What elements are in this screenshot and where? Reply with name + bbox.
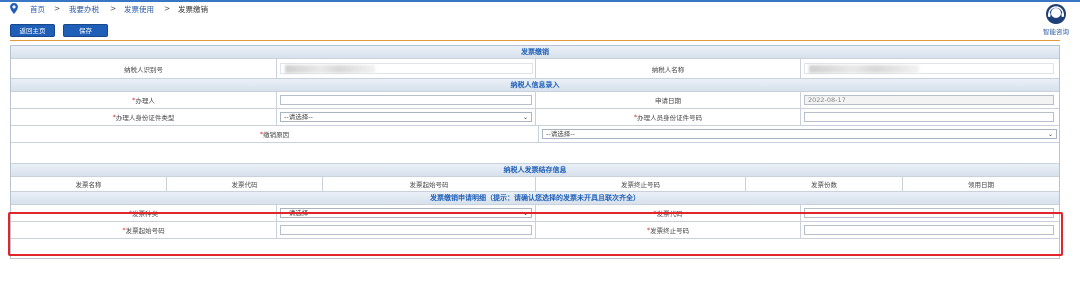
id-no-input[interactable] <box>804 112 1054 122</box>
apply-date-cell: 2022-08-17 <box>801 92 1059 108</box>
reason-row: * 缴销原因 --请选择-- ⌄ <box>11 126 1059 143</box>
taxpayer-row: 纳税人识别号 纳税人名称 <box>11 59 1059 79</box>
id-no-label: 办理人员身份证件号码 <box>637 114 703 122</box>
id-type-row: * 办理人身份证件类型 --请选择-- ⌄ * 办理人员身份证件号码 <box>11 109 1059 126</box>
stock-col-end: 发票终止号码 <box>536 177 746 191</box>
redacted-value <box>809 65 919 73</box>
handler-label-cell: * 办理人 <box>11 92 277 108</box>
breadcrumb-home[interactable]: 首页 <box>30 4 45 15</box>
toolbar-divider <box>10 40 1060 41</box>
id-type-selected: --请选择-- <box>284 113 313 121</box>
breadcrumb-separator: > <box>164 4 171 13</box>
stock-col-start: 发票起始号码 <box>323 177 536 191</box>
back-home-button[interactable]: 返回主页 <box>10 24 55 37</box>
id-type-label-cell: * 办理人身份证件类型 <box>11 109 277 125</box>
smart-assistant[interactable]: 智能咨询 <box>1038 3 1074 37</box>
chevron-down-icon: ⌄ <box>1047 131 1053 138</box>
breadcrumb-invoice-use[interactable]: 发票使用 <box>124 4 154 15</box>
reason-selected: --请选择-- <box>546 130 575 138</box>
id-type-label: 办理人身份证件类型 <box>115 114 175 122</box>
stock-col-count: 发票份数 <box>746 177 903 191</box>
assistant-label: 智能咨询 <box>1043 28 1069 36</box>
taxpayer-id-cell <box>277 59 536 78</box>
reason-label: 缴销原因 <box>263 131 290 139</box>
save-button[interactable]: 保存 <box>63 24 108 37</box>
breadcrumb-tax[interactable]: 我要办税 <box>69 4 99 15</box>
stock-header-row: 发票名称 发票代码 发票起始号码 发票终止号码 发票份数 领用日期 <box>11 177 1059 192</box>
taxpayer-id-label: 纳税人识别号 <box>11 59 277 78</box>
apply-date-field: 2022-08-17 <box>804 95 1054 105</box>
handler-input-cell <box>277 92 536 108</box>
breadcrumb-current: 发票缴销 <box>178 5 208 14</box>
taxpayer-name-cell <box>801 59 1059 78</box>
stock-col-code: 发票代码 <box>167 177 323 191</box>
apply-date-label: 申请日期 <box>536 92 801 108</box>
taxpayer-name-label: 纳税人名称 <box>536 59 801 78</box>
location-pin-icon <box>10 3 18 14</box>
redacted-value <box>285 65 375 73</box>
chevron-down-icon: ⌄ <box>522 114 528 121</box>
breadcrumb-separator: > <box>110 4 117 13</box>
highlight-box <box>8 212 1063 256</box>
stock-col-date: 领用日期 <box>968 181 994 189</box>
reason-label-cell: * 缴销原因 <box>11 126 539 142</box>
section-header-stock: 纳税人发票结存信息 <box>11 164 1059 177</box>
breadcrumb-separator: > <box>54 4 61 13</box>
section-header-taxpayer-entry: 纳税人信息录入 <box>11 79 1059 92</box>
handler-input[interactable] <box>280 95 532 105</box>
stock-col-name: 发票名称 <box>11 177 167 191</box>
id-no-label-cell: * 办理人员身份证件号码 <box>536 109 801 125</box>
headset-avatar-icon <box>1046 4 1066 24</box>
blank-row <box>11 143 1059 164</box>
section-header-cancel: 发票缴销 <box>11 46 1059 59</box>
id-type-select[interactable]: --请选择-- ⌄ <box>280 112 532 122</box>
handler-row: * 办理人 申请日期 2022-08-17 <box>11 92 1059 109</box>
top-bar: 首页 > 我要办税 > 发票使用 > 发票缴销 <box>0 0 1080 18</box>
section-header-detail: 发票缴销申请明细（提示：请确认您选择的发票未开具且联次齐全） <box>11 192 1059 205</box>
id-no-input-cell <box>801 109 1059 125</box>
handler-label: 办理人 <box>135 97 155 105</box>
reason-select[interactable]: --请选择-- ⌄ <box>542 129 1057 139</box>
reason-select-cell: --请选择-- ⌄ <box>539 126 1059 142</box>
top-accent-line <box>0 0 1080 2</box>
id-type-select-cell: --请选择-- ⌄ <box>277 109 536 125</box>
